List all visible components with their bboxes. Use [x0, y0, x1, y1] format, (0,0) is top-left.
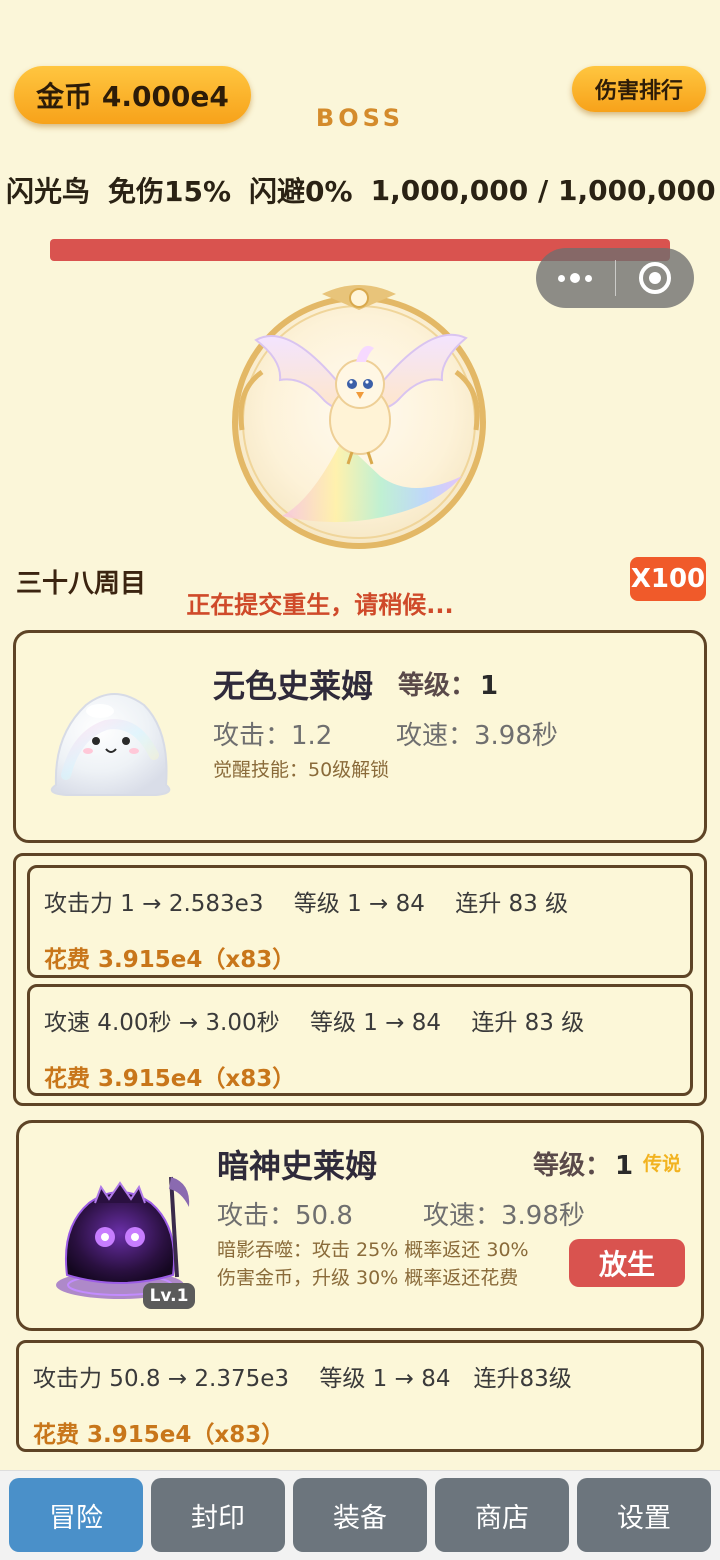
pet-name: 无色史莱姆	[213, 667, 374, 705]
tab-equipment[interactable]: 装备	[293, 1478, 427, 1552]
upgrade-attack-option[interactable]: 攻击力 1 → 2.583e3 等级 1 → 84 连升 83 级 花费 3.9…	[27, 865, 693, 978]
boss-phoenix-image	[232, 285, 486, 549]
upgrade-attack-option[interactable]: 攻击力 50.8 → 2.375e3 等级 1 → 84 连升83级 花费 3.…	[16, 1340, 704, 1452]
pet-level-badge: Lv.1	[143, 1283, 195, 1309]
reborn-status: 正在提交重生，请稍候...	[186, 591, 454, 619]
tab-shop[interactable]: 商店	[435, 1478, 569, 1552]
pet-level-value: 1	[615, 1151, 634, 1181]
pet-skill-line1: 暗影吞噬：攻击 25% 概率返还 30%	[217, 1239, 529, 1261]
tab-adventure[interactable]: 冒险	[9, 1478, 143, 1552]
tab-seal[interactable]: 封印	[151, 1478, 285, 1552]
upgrade-cost: 花费 3.915e4（x83）	[44, 947, 296, 973]
pet-speed: 攻速：3.98秒	[423, 1201, 585, 1231]
pet-skill: 觉醒技能：50级解锁	[213, 759, 390, 781]
bottom-nav: 冒险 封印 装备 商店 设置	[0, 1470, 720, 1560]
more-button[interactable]	[536, 248, 615, 308]
upgrade-text: 攻击力 50.8 → 2.375e3 等级 1 → 84 连升83级	[33, 1366, 572, 1392]
pet-skill-line2: 伤害金币，升级 30% 概率返还花费	[217, 1267, 519, 1289]
pet-attack: 攻击：1.2	[213, 721, 333, 751]
pet-card: Lv.1 暗神史莱姆 等级： 1 传说 攻击：50.8 攻速：3.98秒 暗影吞噬…	[16, 1120, 704, 1331]
release-button[interactable]: 放生	[569, 1239, 685, 1287]
upgrade-group: 攻击力 1 → 2.583e3 等级 1 → 84 连升 83 级 花费 3.9…	[13, 853, 707, 1106]
pet-level: 等级： 1	[398, 665, 498, 702]
tab-settings[interactable]: 设置	[577, 1478, 711, 1552]
pet-level-label: 等级：	[533, 1151, 612, 1181]
clear-slime-icon	[50, 693, 171, 796]
boss-dodge: 闪避0%	[249, 175, 353, 208]
boss-label: BOSS	[315, 104, 405, 132]
boss-info: 闪光鸟 免伤15% 闪避0% 1,000,000 / 1,000,000	[6, 170, 720, 210]
pet-card: 无色史莱姆 等级： 1 攻击：1.2 攻速：3.98秒 觉醒技能：50级解锁	[13, 630, 707, 843]
boss-damage-reduction: 免伤15%	[108, 175, 232, 208]
upgrade-speed-option[interactable]: 攻速 4.00秒 → 3.00秒 等级 1 → 84 连升 83 级 花费 3.…	[27, 984, 693, 1096]
miniprogram-capsule	[536, 248, 694, 308]
upgrade-text: 攻击力 1 → 2.583e3 等级 1 → 84 连升 83 级	[44, 891, 569, 917]
pet-speed: 攻速：3.98秒	[396, 721, 558, 751]
boss-hp-text: 1,000,000 / 1,000,000	[370, 173, 716, 207]
pet-level-value: 1	[480, 671, 499, 701]
more-dots-icon	[558, 273, 593, 283]
pet-rarity: 传说	[643, 1153, 682, 1175]
upgrade-cost: 花费 3.915e4（x83）	[44, 1066, 296, 1092]
multiplier-button[interactable]: X100	[630, 557, 706, 601]
pet-attack: 攻击：50.8	[217, 1201, 353, 1231]
pet-name: 暗神史莱姆	[217, 1147, 378, 1185]
close-button[interactable]	[616, 248, 695, 308]
upgrade-text: 攻速 4.00秒 → 3.00秒 等级 1 → 84 连升 83 级	[44, 1010, 585, 1036]
boss-name: 闪光鸟	[6, 175, 91, 208]
battle-area: 金币 4.000e4 伤害排行 BOSS 闪光鸟 免伤15% 闪避0% 1,00…	[0, 0, 720, 620]
pet-level: 等级： 1	[533, 1145, 633, 1182]
upgrade-cost: 花费 3.915e4（x83）	[33, 1422, 285, 1448]
pet-level-label: 等级：	[398, 671, 477, 701]
target-icon	[638, 262, 671, 294]
